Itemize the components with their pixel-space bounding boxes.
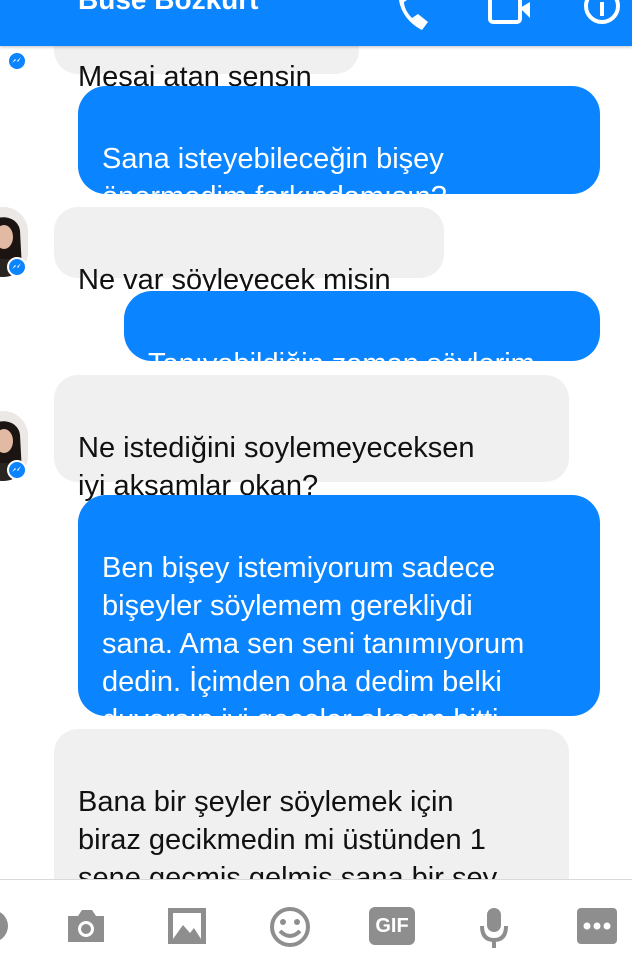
- info-icon[interactable]: [582, 0, 622, 31]
- message-incoming[interactable]: Ne var söyleyecek misin: [54, 207, 444, 296]
- message-text: Sana isteyebileceğin bişey önermedim far…: [102, 143, 447, 213]
- message-outgoing[interactable]: Tanıyabildiğin zaman söylerim: [124, 291, 600, 380]
- message-text: Ne istediğini soylemeyeceksen iyi akşaml…: [78, 432, 475, 502]
- message-text: Bana bir şeyler söylemek için biraz geci…: [78, 786, 498, 879]
- message-incoming[interactable]: Mesaj atan sensin: [54, 46, 359, 93]
- contact-name[interactable]: Buse Bozkurt: [78, 0, 258, 16]
- menu-icon[interactable]: [0, 906, 12, 951]
- camera-icon[interactable]: [64, 906, 108, 951]
- gallery-icon[interactable]: [166, 906, 208, 951]
- more-icon[interactable]: [576, 906, 618, 951]
- message-incoming[interactable]: Bana bir şeyler söylemek için biraz geci…: [54, 729, 569, 879]
- emoji-icon[interactable]: [268, 906, 312, 955]
- message-incoming[interactable]: Ne istediğini soylemeyeceksen iyi akşaml…: [54, 375, 569, 502]
- message-text: Ben bişey istemiyorum sadece bişeyler sö…: [102, 552, 525, 736]
- messenger-badge-icon: [7, 257, 27, 277]
- gif-label: GIF: [375, 914, 409, 937]
- messenger-badge-icon: [7, 51, 27, 71]
- message-outgoing[interactable]: Ben bişey istemiyorum sadece bişeyler sö…: [78, 495, 600, 736]
- video-call-icon[interactable]: [488, 0, 532, 33]
- phone-icon[interactable]: [392, 0, 432, 41]
- gif-icon[interactable]: GIF: [369, 907, 415, 945]
- messenger-badge-icon: [7, 460, 27, 480]
- message-list[interactable]: Mesaj atan sensin Sana isteyebileceğin b…: [0, 46, 632, 879]
- conversation-header: Buse Bozkurt: [0, 0, 632, 46]
- microphone-icon[interactable]: [478, 906, 510, 955]
- message-outgoing[interactable]: Sana isteyebileceğin bişey önermedim far…: [78, 86, 600, 213]
